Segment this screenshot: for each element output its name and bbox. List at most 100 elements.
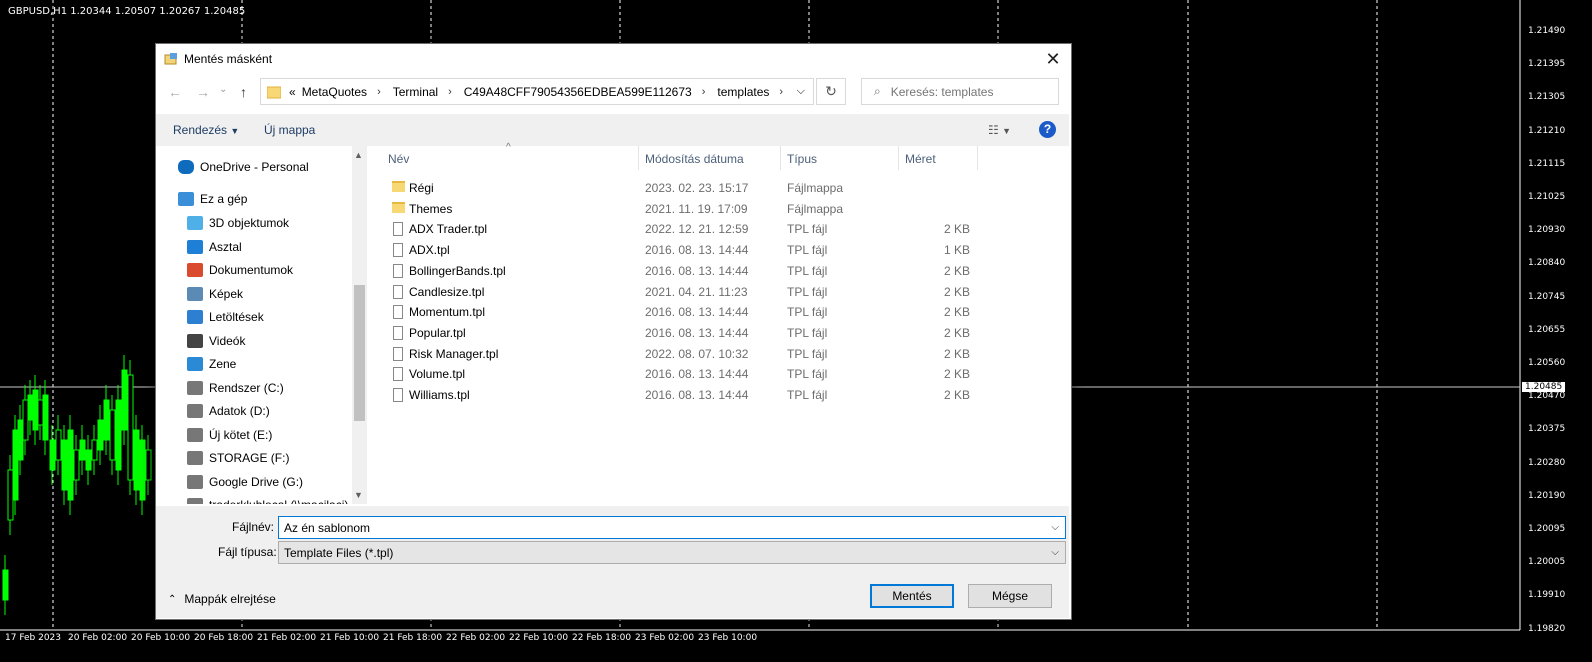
file-size: 1 KB — [943, 243, 970, 258]
column-divider[interactable] — [898, 146, 899, 170]
chevron-right-icon[interactable]: › — [377, 86, 381, 98]
column-header-type[interactable]: Típus — [787, 152, 817, 166]
chevron-down-icon: ⌵ — [1051, 547, 1059, 558]
file-name: ADX.tpl — [409, 243, 450, 258]
filename-label: Fájlnév: — [232, 520, 275, 534]
column-header-date[interactable]: Módosítás dátuma — [645, 152, 744, 166]
breadcrumb-overflow[interactable]: « — [289, 85, 296, 99]
nav-item[interactable]: Videók — [187, 330, 245, 352]
column-divider[interactable] — [638, 146, 639, 170]
search-input[interactable] — [888, 83, 1043, 100]
time-tick-label: 21 Feb 10:00 — [320, 633, 380, 643]
chevron-down-icon[interactable]: ⌵ — [797, 85, 805, 98]
nav-item[interactable]: Asztal — [187, 236, 242, 258]
candle-body — [145, 449, 152, 481]
price-tick-label: 1.20930 — [1528, 225, 1566, 236]
forward-arrow-icon[interactable]: → — [196, 84, 210, 100]
candle-body — [133, 429, 140, 491]
help-icon[interactable]: ? — [1039, 121, 1056, 138]
file-row[interactable]: Volume.tpl 2016. 08. 13. 14:44 TPL fájl 2 K… — [392, 365, 972, 385]
file-row[interactable]: Williams.tpl 2016. 08. 13. 14:44 TPL fájl 2… — [392, 386, 972, 406]
file-row[interactable]: Momentum.tpl 2016. 08. 13. 14:44 TPL fájl 2… — [392, 303, 972, 323]
breadcrumb-metaquotes[interactable]: MetaQuotes — [302, 85, 367, 99]
nav-item[interactable]: Ez a gép — [178, 188, 247, 210]
view-options-icon[interactable]: ☷ ▼ — [988, 123, 1011, 137]
column-divider[interactable] — [977, 146, 978, 170]
nav-scrollbar[interactable]: ▲ ▼ — [352, 146, 367, 504]
close-icon[interactable]: ✕ — [1043, 50, 1063, 70]
file-row[interactable]: BollingerBands.tpl 2016. 08. 13. 14:44 TPL… — [392, 262, 972, 282]
file-date: 2016. 08. 13. 14:44 — [645, 325, 749, 340]
nav-item[interactable]: Rendszer (C:) — [187, 377, 284, 399]
nav-item-label: Ez a gép — [200, 192, 248, 206]
nav-item[interactable]: Új kötet (E:) — [187, 424, 272, 446]
breadcrumb-terminal[interactable]: Terminal — [393, 85, 438, 99]
candle-body — [61, 439, 68, 491]
organize-button[interactable]: Rendezés ▼ — [173, 123, 239, 137]
file-row[interactable]: Popular.tpl 2016. 08. 13. 14:44 TPL fájl 2 … — [392, 324, 972, 344]
file-type: TPL fájl — [787, 222, 828, 237]
filename-value: Az én sablonom — [284, 520, 371, 535]
address-bar[interactable]: « MetaQuotes › Terminal › C49A48CFF79054… — [260, 78, 814, 105]
filetype-label: Fájl típusa: — [218, 545, 277, 559]
filetype-value: Template Files (*.tpl) — [284, 545, 394, 560]
scroll-down-icon[interactable]: ▼ — [354, 490, 363, 500]
scrollbar-thumb[interactable] — [354, 285, 365, 421]
organize-label: Rendezés — [173, 123, 228, 137]
file-row[interactable]: Candlesize.tpl 2021. 04. 21. 11:23 TPL fáj… — [392, 283, 972, 303]
price-tick-label: 1.19910 — [1528, 590, 1566, 601]
file-list: ^ Név Módosítás dátuma Típus Méret Régi 2… — [368, 142, 1069, 504]
breadcrumb-templates[interactable]: templates — [717, 85, 769, 99]
column-header-size[interactable]: Méret — [905, 152, 936, 166]
file-icon — [393, 305, 403, 320]
search-box[interactable]: ⌕ — [861, 78, 1059, 105]
file-row[interactable]: Themes 2021. 11. 19. 17:09 Fájlmappa — [392, 200, 972, 220]
scroll-up-icon[interactable]: ▲ — [354, 150, 363, 160]
dialog-title: Mentés másként — [184, 52, 273, 66]
file-icon — [393, 284, 403, 299]
nav-item[interactable]: OneDrive - Personal — [178, 156, 309, 178]
nav-item[interactable]: Zene — [187, 353, 236, 375]
candle-body — [103, 399, 110, 441]
column-divider[interactable] — [780, 146, 781, 170]
file-type: Fájlmappa — [787, 181, 844, 195]
up-arrow-icon[interactable]: ↑ — [240, 84, 247, 100]
file-row[interactable]: ADX.tpl 2016. 08. 13. 14:44 TPL fájl 1 KB — [392, 241, 972, 261]
nav-item[interactable]: 3D objektumok — [187, 212, 289, 234]
recent-dropdown-icon[interactable]: ⌄ — [219, 84, 227, 95]
breadcrumb-terminal-id[interactable]: C49A48CFF79054356EDBEA599E112673 — [464, 85, 692, 99]
chevron-right-icon[interactable]: › — [779, 86, 783, 98]
file-date: 2016. 08. 13. 14:44 — [645, 305, 749, 320]
chevron-right-icon[interactable]: › — [702, 86, 706, 98]
candle-body — [109, 409, 116, 461]
save-button[interactable]: Mentés — [870, 584, 954, 608]
file-name: Volume.tpl — [409, 367, 466, 382]
new-folder-button[interactable]: Új mappa — [264, 123, 315, 137]
nav-item[interactable]: Letöltések — [187, 306, 264, 328]
price-tick-label: 1.21025 — [1528, 192, 1566, 202]
nav-item[interactable]: Adatok (D:) — [187, 400, 270, 422]
candle-body — [121, 369, 128, 431]
nav-item[interactable]: traderklublocal (\\macilaci) — [187, 494, 348, 504]
candle-body — [73, 449, 80, 481]
file-type: TPL fájl — [787, 284, 828, 299]
nav-item[interactable]: Google Drive (G:) — [187, 471, 303, 493]
price-tick-label: 1.21395 — [1528, 59, 1566, 70]
nav-item[interactable]: STORAGE (F:) — [187, 447, 289, 469]
chevron-right-icon[interactable]: › — [448, 86, 452, 98]
refresh-icon[interactable]: ↻ — [816, 78, 846, 105]
filename-input[interactable]: Az én sablonom ⌵ — [278, 516, 1066, 539]
filetype-select[interactable]: Template Files (*.tpl) ⌵ — [278, 541, 1066, 564]
file-row[interactable]: Risk Manager.tpl 2022. 08. 07. 10:32 TPL f… — [392, 345, 972, 365]
file-row[interactable]: Régi 2023. 02. 23. 15:17 Fájlmappa — [392, 179, 972, 199]
chevron-down-icon[interactable]: ⌵ — [1051, 522, 1059, 533]
column-header-name[interactable]: Név — [388, 152, 409, 166]
file-row[interactable]: ADX Trader.tpl 2022. 12. 21. 12:59 TPL fáj… — [392, 220, 972, 240]
back-arrow-icon[interactable]: ← — [168, 84, 182, 100]
nav-item[interactable]: Dokumentumok — [187, 259, 293, 281]
nav-item-label: Zene — [209, 357, 237, 371]
nav-item[interactable]: Képek — [187, 283, 243, 305]
cancel-button[interactable]: Mégse — [968, 584, 1052, 608]
hide-folders-button[interactable]: ⌃ Mappák elrejtése — [168, 592, 276, 606]
file-date: 2016. 08. 13. 14:44 — [645, 243, 749, 258]
